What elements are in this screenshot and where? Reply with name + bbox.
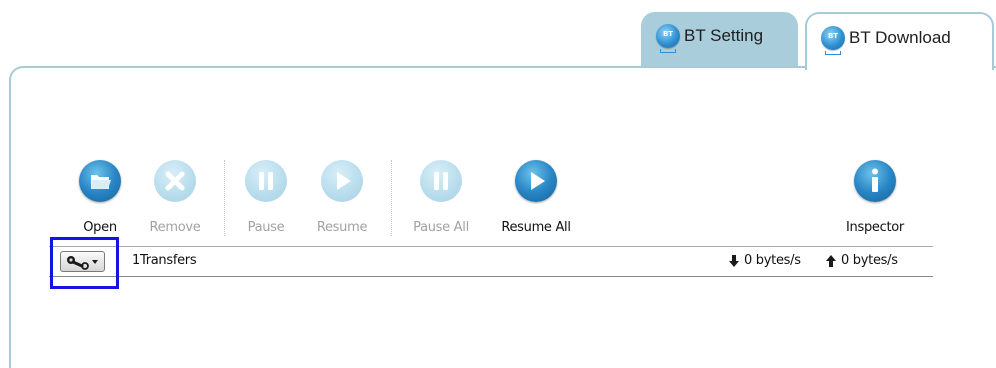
pause-icon bbox=[420, 160, 462, 202]
status-bar-bottom-border bbox=[49, 276, 933, 277]
resume-all-button[interactable]: Resume All bbox=[501, 160, 571, 240]
x-icon bbox=[154, 160, 196, 202]
download-rate-value: 0 bytes/s bbox=[744, 253, 801, 268]
pause-label: Pause bbox=[247, 220, 285, 235]
pause-icon bbox=[245, 160, 287, 202]
folder-icon bbox=[79, 160, 121, 202]
pause-button[interactable]: Pause bbox=[234, 160, 298, 240]
open-button[interactable]: Open bbox=[68, 160, 132, 240]
toolbar-separator bbox=[224, 160, 225, 236]
remove-button[interactable]: Remove bbox=[143, 160, 207, 240]
open-label: Open bbox=[83, 220, 117, 235]
play-icon bbox=[321, 160, 363, 202]
download-rate: 0 bytes/s bbox=[728, 253, 801, 268]
bt-icon bbox=[821, 26, 845, 55]
inspector-label: Inspector bbox=[846, 220, 904, 235]
bt-icon bbox=[656, 24, 680, 53]
upload-rate-value: 0 bytes/s bbox=[841, 253, 898, 268]
play-icon bbox=[515, 160, 557, 202]
info-icon bbox=[854, 160, 896, 202]
upload-arrow-icon bbox=[826, 254, 836, 267]
resume-label: Resume bbox=[316, 220, 368, 235]
download-arrow-icon bbox=[729, 254, 739, 267]
pause-all-label: Pause All bbox=[413, 220, 469, 235]
resume-button[interactable]: Resume bbox=[310, 160, 374, 240]
tab-bt-setting-label: BT Setting bbox=[684, 26, 764, 45]
resume-all-label: Resume All bbox=[501, 220, 571, 235]
inspector-button[interactable]: Inspector bbox=[843, 160, 907, 240]
tab-bt-download-label: BT Download bbox=[849, 28, 951, 47]
highlight-box bbox=[50, 237, 119, 289]
pause-all-button[interactable]: Pause All bbox=[409, 160, 473, 240]
upload-rate: 0 bytes/s bbox=[825, 253, 898, 268]
transfers-count: 1Transfers bbox=[132, 253, 197, 268]
status-bar-top-border bbox=[49, 246, 933, 247]
tab-bt-setting[interactable]: BT Setting bbox=[641, 12, 798, 68]
remove-label: Remove bbox=[149, 220, 201, 235]
toolbar-separator bbox=[391, 160, 392, 236]
tab-bt-download[interactable]: BT Download bbox=[805, 12, 994, 70]
